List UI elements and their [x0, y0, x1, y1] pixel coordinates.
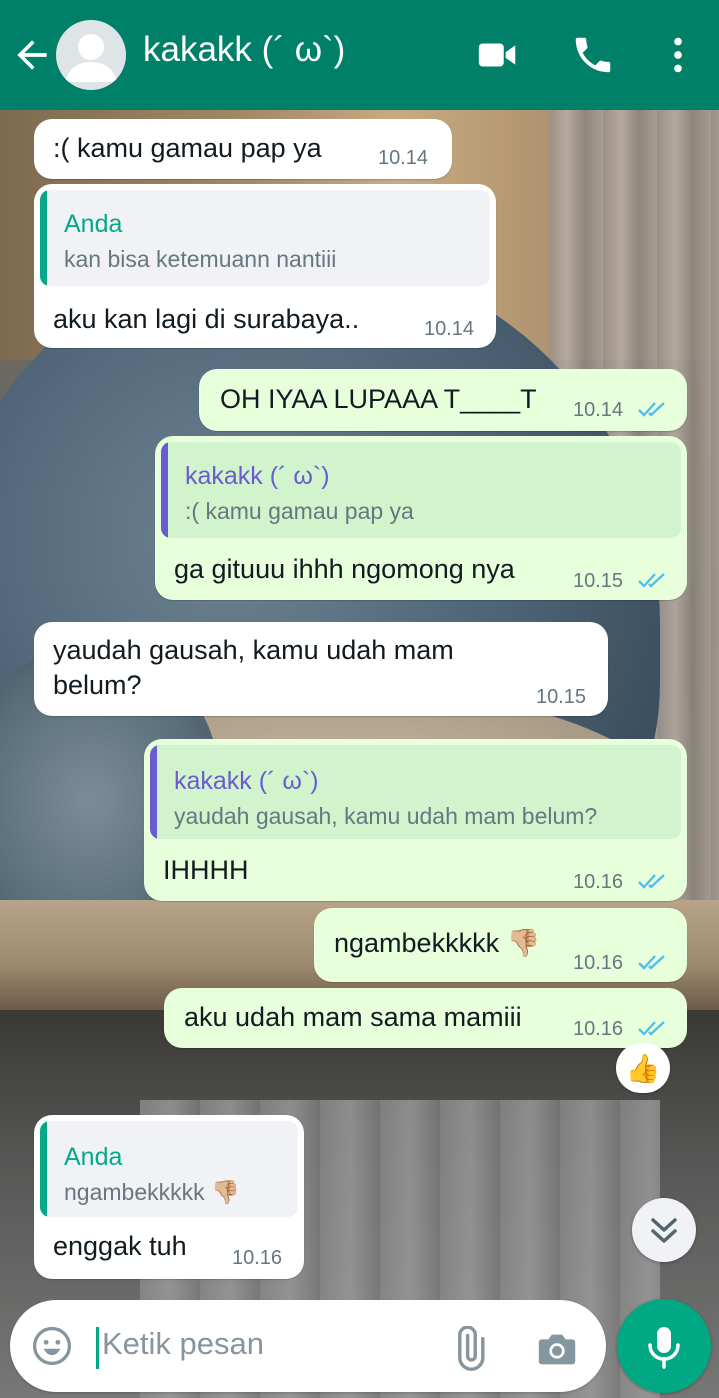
default-avatar-icon [65, 34, 117, 82]
message-time: 10.14 [573, 399, 624, 421]
quote-text: kan bisa ketemuann nantiii [64, 246, 337, 272]
video-camera-icon[interactable] [475, 32, 521, 78]
message-text: ga gituuu ihhh ngomong nya [174, 554, 515, 584]
message-text: OH IYAA LUPAAA T____T [220, 384, 537, 414]
quote-text: :( kamu gamau pap ya [185, 498, 414, 524]
arrow-left-icon[interactable] [10, 33, 54, 77]
message-time: 10.14 [424, 318, 475, 340]
voice-message-button[interactable] [617, 1299, 711, 1393]
quote-bar [161, 442, 168, 538]
read-ticks-icon [638, 1021, 665, 1036]
message-outgoing[interactable]: OH IYAA LUPAAA T____T 10.14 [199, 369, 687, 431]
microphone-icon [648, 1327, 680, 1369]
message-time: 10.16 [573, 871, 624, 893]
quote-bar [150, 745, 157, 839]
message-text: IHHHH [163, 855, 249, 885]
more-vertical-icon[interactable] [655, 32, 701, 78]
quote-sender: kakakk (´ ω`) [185, 462, 330, 490]
message-outgoing[interactable]: kakakk (´ ω`) :( kamu gamau pap ya ga gi… [155, 436, 687, 600]
chat-header: kakakk (´ ω`) [0, 0, 719, 110]
message-text-line: yaudah gausah, kamu udah mam [53, 635, 454, 665]
message-composer: Ketik pesan [10, 1300, 606, 1392]
message-incoming[interactable]: yaudah gausah, kamu udah mam belum? 10.1… [34, 622, 608, 716]
paperclip-icon[interactable] [446, 1326, 492, 1372]
quote-sender: Anda [64, 210, 123, 238]
double-chevron-down-icon [651, 1218, 677, 1243]
message-outgoing[interactable]: ngambekkkkk 👎🏼 10.16 [314, 908, 687, 982]
message-text-line: belum? [53, 670, 142, 700]
message-input[interactable]: Ketik pesan [102, 1326, 264, 1362]
quoted-message[interactable]: Anda kan bisa ketemuann nantiii [40, 190, 490, 286]
contact-name[interactable]: kakakk (´ ω`) [143, 30, 345, 70]
quote-sender: Anda [64, 1143, 123, 1171]
message-time: 10.16 [573, 1018, 624, 1040]
message-time: 10.16 [573, 952, 624, 974]
message-incoming[interactable]: Anda ngambekkkkk 👎🏼 enggak tuh 10.16 [34, 1115, 304, 1279]
quoted-message[interactable]: kakakk (´ ω`) yaudah gausah, kamu udah m… [150, 745, 681, 839]
message-outgoing[interactable]: kakakk (´ ω`) yaudah gausah, kamu udah m… [144, 739, 687, 901]
quote-text: yaudah gausah, kamu udah mam belum? [174, 803, 598, 829]
message-text: enggak tuh [53, 1231, 187, 1261]
read-ticks-icon [638, 573, 665, 588]
emoji-icon[interactable] [30, 1324, 74, 1368]
message-time: 10.16 [232, 1247, 283, 1269]
read-ticks-icon [638, 874, 665, 889]
scroll-to-bottom-button[interactable] [632, 1198, 696, 1262]
message-text: aku udah mam sama mamiii [184, 1002, 522, 1032]
message-time: 10.14 [378, 147, 429, 169]
message-text: ngambekkkkk 👎🏼 [334, 928, 541, 958]
quote-sender: kakakk (´ ω`) [174, 767, 319, 795]
message-incoming[interactable]: Anda kan bisa ketemuann nantiii aku kan … [34, 184, 496, 348]
quoted-message[interactable]: Anda ngambekkkkk 👎🏼 [40, 1121, 298, 1217]
text-caret [96, 1327, 99, 1369]
message-text: :( kamu gamau pap ya [53, 133, 322, 163]
message-time: 10.15 [536, 686, 587, 708]
quote-bar [40, 1121, 47, 1217]
message-time: 10.15 [573, 570, 624, 592]
read-ticks-icon [638, 402, 665, 417]
phone-icon[interactable] [570, 32, 616, 78]
camera-icon[interactable] [534, 1326, 580, 1372]
quote-text: ngambekkkkk 👎🏼 [64, 1179, 240, 1205]
message-incoming[interactable]: :( kamu gamau pap ya 10.14 [34, 119, 452, 179]
quote-bar [40, 190, 47, 286]
message-reaction[interactable]: 👍 [616, 1043, 670, 1093]
message-outgoing[interactable]: aku udah mam sama mamiii 10.16 [164, 988, 687, 1048]
quoted-message[interactable]: kakakk (´ ω`) :( kamu gamau pap ya [161, 442, 681, 538]
message-text: aku kan lagi di surabaya.. [53, 304, 360, 334]
avatar[interactable] [56, 20, 126, 90]
read-ticks-icon [638, 955, 665, 970]
